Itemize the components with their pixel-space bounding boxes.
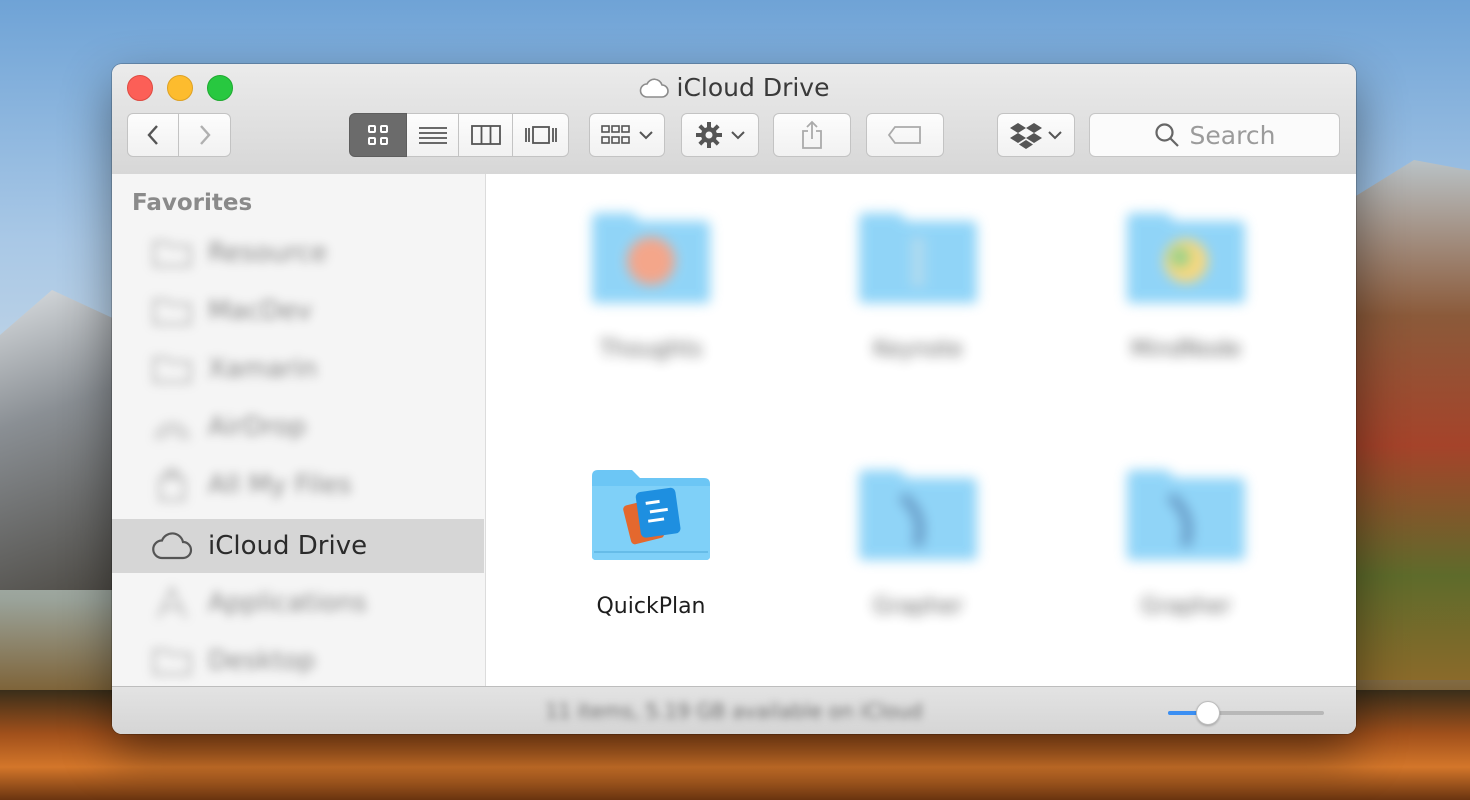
sidebar-section-favorites: Favorites (132, 190, 253, 216)
folder-icon (590, 209, 712, 305)
search-placeholder: Search (1189, 120, 1276, 150)
file-item-keynote[interactable]: Keynote (818, 209, 1018, 362)
file-name: Grapher (1140, 594, 1232, 619)
airdrop-icon (150, 410, 194, 444)
chevron-right-icon (199, 125, 211, 145)
applications-icon (150, 586, 194, 620)
finder-window: iCloud Drive Search Favorites Resource M… (112, 64, 1356, 734)
icon-view-button[interactable] (349, 113, 407, 157)
share-icon (802, 120, 822, 149)
file-item-grapher[interactable]: Grapher (818, 466, 1018, 619)
sidebar-item-label: iCloud Drive (208, 531, 368, 561)
desktop-mountain-left (0, 290, 130, 590)
sidebar-item-label: Xamarin (208, 354, 318, 384)
slider-knob[interactable] (1196, 701, 1220, 725)
file-item-grapher-2[interactable]: Grapher (1086, 466, 1286, 619)
gear-icon (696, 122, 722, 148)
folder-icon (150, 236, 194, 270)
sidebar-item-label: MacDev (208, 296, 313, 326)
tag-icon (887, 126, 921, 144)
chevron-down-icon (639, 131, 653, 140)
sidebar-item-resource[interactable]: Resource (112, 226, 484, 280)
folder-icon (857, 209, 979, 305)
arrange-grid-icon (601, 125, 630, 144)
search-icon (1154, 123, 1179, 147)
grid-icon (368, 125, 388, 145)
file-name: MindNode (1130, 337, 1242, 362)
dropbox-icon (1010, 123, 1042, 149)
file-item-quickplan[interactable]: QuickPlan (551, 466, 751, 619)
file-browser: Thoughts Keynote MindNode QuickPlan Grap… (486, 174, 1356, 686)
folder-icon (150, 644, 194, 678)
list-icon (418, 127, 447, 144)
columns-icon (470, 125, 501, 145)
search-input[interactable]: Search (1089, 113, 1340, 157)
status-bar: 11 items, 5.19 GB available on iCloud (112, 686, 1356, 734)
cloud-icon (639, 76, 669, 105)
chevron-down-icon (731, 131, 745, 140)
chevron-left-icon (147, 125, 158, 145)
window-title-text: iCloud Drive (676, 73, 830, 102)
folder-icon (857, 466, 979, 562)
sidebar-item-label: Desktop (208, 646, 316, 676)
titlebar: iCloud Drive Search (112, 64, 1356, 175)
chevron-down-icon (1048, 131, 1062, 140)
icon-size-slider[interactable] (1168, 701, 1324, 725)
sidebar: Favorites Resource MacDev Xamarin AirDro… (112, 174, 486, 686)
sidebar-item-all-my-files[interactable]: All My Files (112, 458, 484, 512)
file-name: Thoughts (599, 337, 703, 362)
column-view-button[interactable] (459, 113, 513, 157)
sidebar-item-icloud-drive[interactable]: iCloud Drive (112, 519, 484, 573)
back-button[interactable] (127, 113, 179, 157)
sidebar-item-xamarin[interactable]: Xamarin (112, 342, 484, 396)
arrange-button[interactable] (589, 113, 665, 157)
file-item-mindnode[interactable]: MindNode (1086, 209, 1286, 362)
sidebar-item-label: Resource (208, 238, 328, 268)
list-view-button[interactable] (407, 113, 459, 157)
sidebar-item-applications[interactable]: Applications (112, 576, 484, 630)
quickplan-folder-icon (590, 466, 712, 562)
file-name: Grapher (872, 594, 964, 619)
share-button[interactable] (773, 113, 851, 157)
action-button[interactable] (681, 113, 759, 157)
folder-icon (150, 294, 194, 328)
window-title: iCloud Drive (112, 73, 1356, 105)
cover-flow-icon (524, 126, 557, 144)
sidebar-item-macdev[interactable]: MacDev (112, 284, 484, 338)
dropbox-button[interactable] (997, 113, 1075, 157)
file-name: Keynote (873, 337, 963, 362)
folder-icon (150, 352, 194, 386)
folder-icon (1125, 466, 1247, 562)
folder-icon (1125, 209, 1247, 305)
file-name: QuickPlan (596, 594, 706, 619)
cover-flow-button[interactable] (513, 113, 569, 157)
sidebar-item-label: All My Files (208, 470, 352, 500)
cloud-icon (150, 529, 194, 563)
sidebar-item-airdrop[interactable]: AirDrop (112, 400, 484, 454)
sidebar-item-label: Applications (208, 588, 367, 618)
sidebar-item-label: AirDrop (208, 412, 307, 442)
file-item-thoughts[interactable]: Thoughts (551, 209, 751, 362)
tag-button[interactable] (866, 113, 944, 157)
sidebar-item-desktop[interactable]: Desktop (112, 634, 484, 686)
forward-button[interactable] (179, 113, 231, 157)
files-icon (150, 468, 194, 502)
